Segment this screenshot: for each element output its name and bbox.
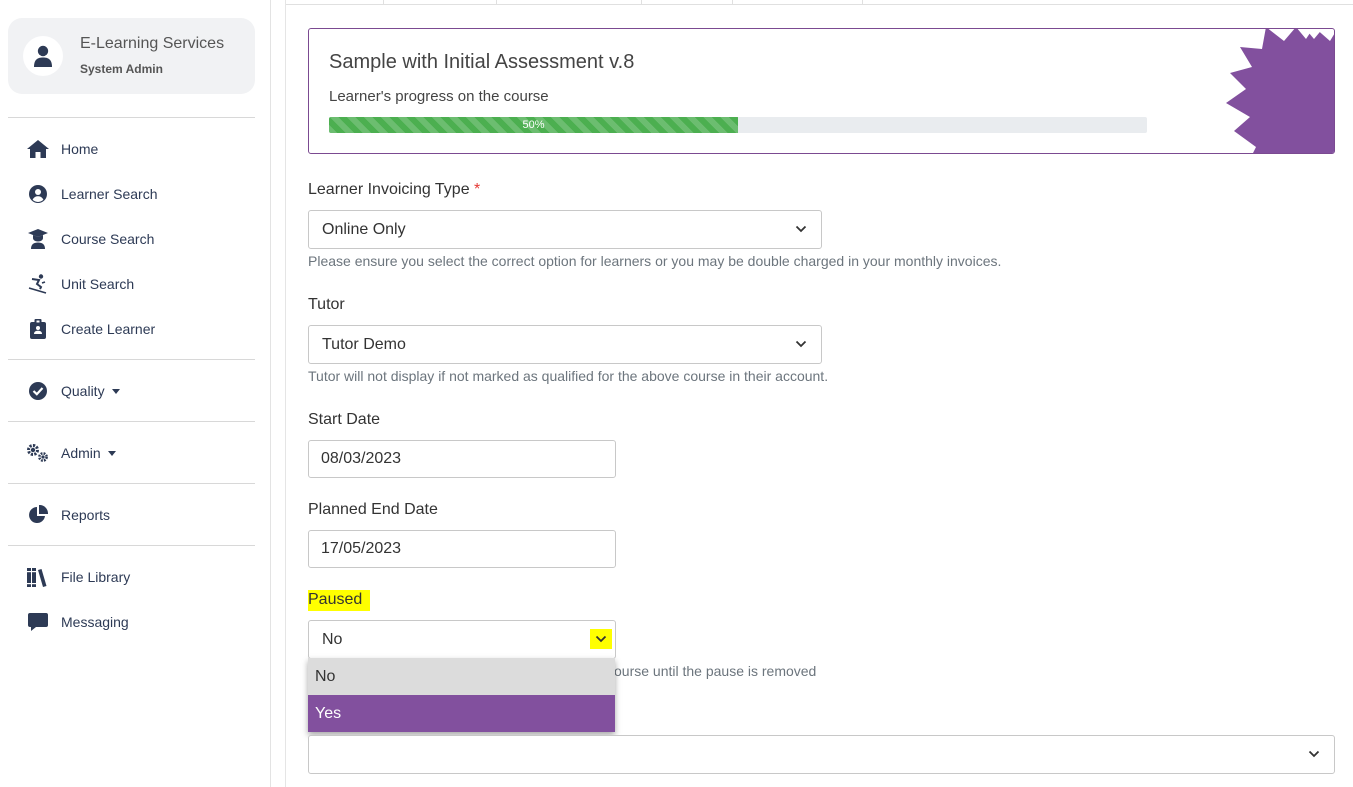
tab-divider <box>496 0 497 5</box>
chevron-down-icon <box>1308 750 1320 758</box>
invoicing-type-select[interactable]: Online Only <box>308 210 822 249</box>
graduate-icon <box>26 229 50 249</box>
sidebar: E-Learning Services System Admin Home Le… <box>0 0 271 787</box>
tutor-label: Tutor <box>308 296 345 313</box>
skier-icon <box>26 274 50 294</box>
sidebar-item-label: Learner Search <box>61 186 158 202</box>
paused-select[interactable]: No <box>308 620 616 659</box>
sidebar-item-create-learner[interactable]: Create Learner <box>26 317 155 341</box>
chevron-down-icon <box>590 629 612 649</box>
tab-divider <box>383 0 384 5</box>
user-card[interactable]: E-Learning Services System Admin <box>8 18 255 94</box>
sidebar-item-reports[interactable]: Reports <box>26 503 110 527</box>
sidebar-item-messaging[interactable]: Messaging <box>26 610 129 634</box>
paused-option-yes[interactable]: Yes <box>308 695 615 732</box>
caret-down-icon <box>107 450 116 456</box>
invoicing-type-value: Online Only <box>322 220 406 238</box>
required-mark: * <box>474 181 481 198</box>
tutor-select[interactable]: Tutor Demo <box>308 325 822 364</box>
clipboard-icon <box>26 319 50 339</box>
sidebar-item-admin[interactable]: Admin <box>26 441 116 465</box>
paused-label: Paused <box>308 590 371 611</box>
user-icon <box>34 45 52 67</box>
tab-divider <box>641 0 642 5</box>
sidebar-item-label: Home <box>61 141 99 157</box>
divider <box>8 421 255 422</box>
sidebar-item-label: Messaging <box>61 614 129 630</box>
paused-options-list: No Yes <box>308 658 615 732</box>
course-title: Sample with Initial Assessment v.8 <box>329 51 635 73</box>
invoicing-type-help: Please ensure you select the correct opt… <box>308 253 1002 269</box>
end-date-label: Planned End Date <box>308 501 438 518</box>
tab-divider <box>732 0 733 5</box>
sidebar-item-label: Admin <box>61 445 101 461</box>
avatar <box>23 36 63 76</box>
content-border <box>285 0 286 787</box>
next-field-select[interactable] <box>308 735 1335 774</box>
paused-option-no[interactable]: No <box>308 658 615 695</box>
progress-track: 50% <box>329 117 1147 133</box>
divider <box>8 545 255 546</box>
sidebar-item-label: Unit Search <box>61 276 135 292</box>
check-circle-icon <box>26 381 50 401</box>
sidebar-item-quality[interactable]: Quality <box>26 379 120 403</box>
sidebar-item-learner-search[interactable]: Learner Search <box>26 182 158 206</box>
divider <box>8 483 255 484</box>
divider <box>8 359 255 360</box>
cogs-icon <box>26 443 50 463</box>
chevron-down-icon <box>795 225 807 233</box>
tab-divider <box>862 0 863 5</box>
books-icon <box>26 567 50 587</box>
end-date-field[interactable]: 17/05/2023 <box>308 530 616 568</box>
sidebar-item-label: Course Search <box>61 231 155 247</box>
badge-icon <box>1226 29 1334 153</box>
divider <box>8 117 255 118</box>
start-date-label: Start Date <box>308 411 381 428</box>
user-role: System Admin <box>80 62 163 76</box>
tutor-help: Tutor will not display if not marked as … <box>308 368 829 384</box>
sidebar-item-home[interactable]: Home <box>26 137 98 161</box>
pie-chart-icon <box>26 505 50 525</box>
comment-icon <box>26 612 50 632</box>
invoicing-type-label: Learner Invoicing Type * <box>308 181 480 199</box>
org-name: E-Learning Services <box>80 35 225 52</box>
start-date-field[interactable]: 08/03/2023 <box>308 440 616 478</box>
user-circle-icon <box>26 184 50 204</box>
paused-help: ourse until the pause is removed <box>614 663 817 679</box>
tutor-value: Tutor Demo <box>322 335 406 353</box>
invoicing-type-label-text: Learner Invoicing Type <box>308 181 470 198</box>
chevron-down-icon <box>795 340 807 348</box>
sidebar-item-label: File Library <box>61 569 131 585</box>
sidebar-item-label: Create Learner <box>61 321 156 337</box>
caret-down-icon <box>111 388 120 394</box>
sidebar-item-unit-search[interactable]: Unit Search <box>26 272 134 296</box>
sidebar-item-file-library[interactable]: File Library <box>26 565 130 589</box>
progress-bar: 50% <box>329 117 738 133</box>
paused-value: No <box>322 630 343 648</box>
sidebar-item-course-search[interactable]: Course Search <box>26 227 154 251</box>
home-icon <box>26 139 50 159</box>
sidebar-item-label: Quality <box>61 383 105 399</box>
sidebar-item-label: Reports <box>61 507 111 523</box>
course-progress-caption: Learner's progress on the course <box>329 88 549 105</box>
course-progress-card: Sample with Initial Assessment v.8 Learn… <box>308 28 1335 154</box>
tab-strip <box>286 0 1353 5</box>
